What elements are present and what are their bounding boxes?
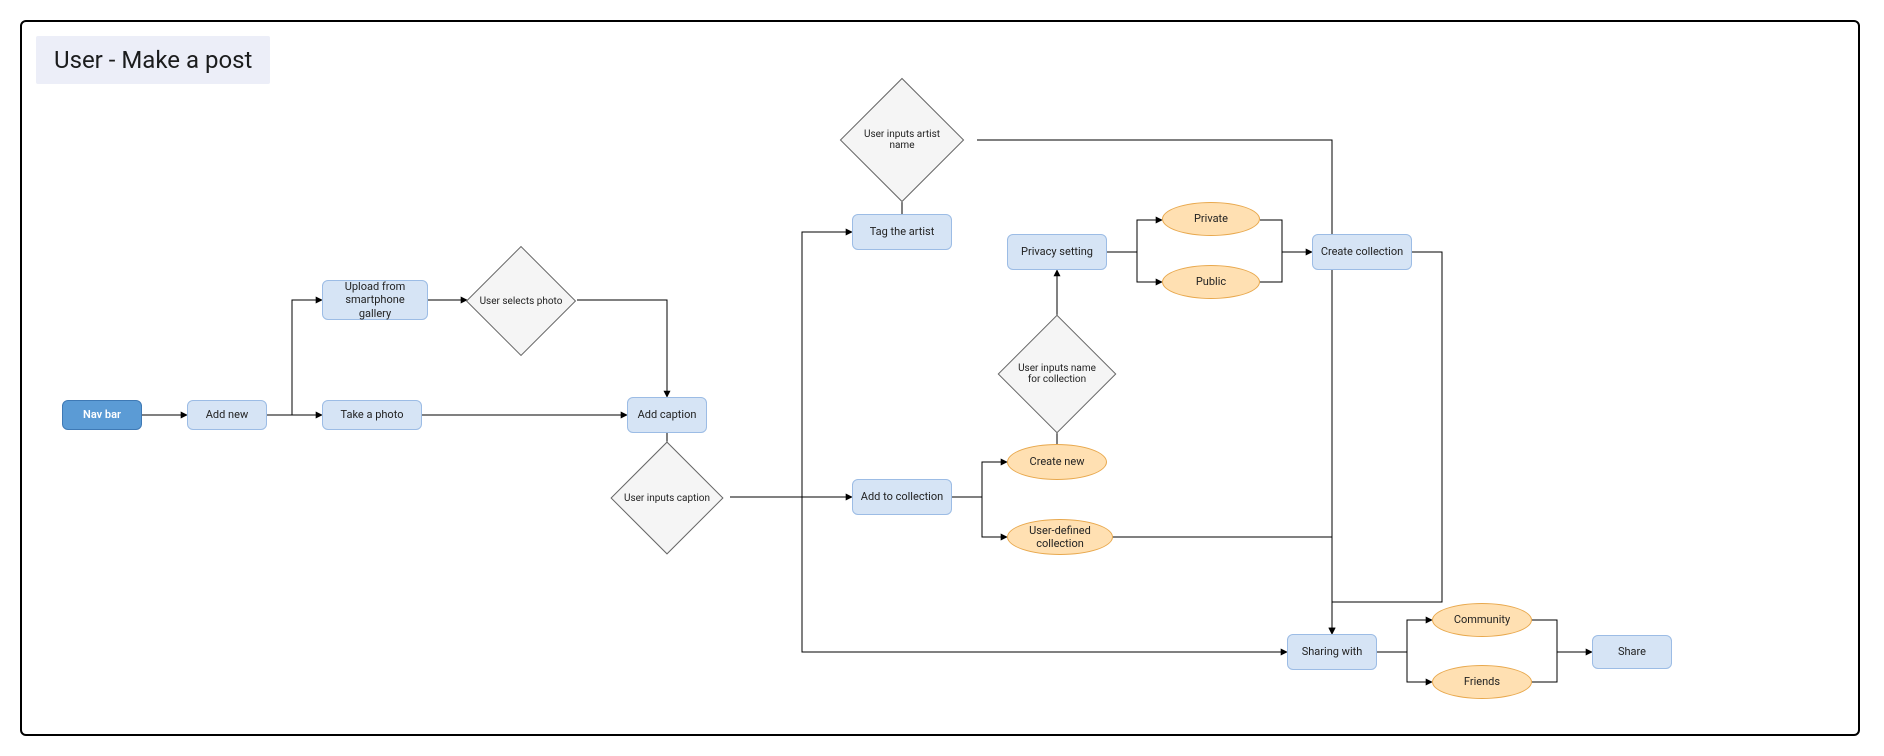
node-add-new: Add new: [187, 400, 267, 430]
node-privacy-setting: Privacy setting: [1007, 234, 1107, 270]
node-add-to-collection: Add to collection: [852, 479, 952, 515]
label-user-inputs-artist: User inputs artist name: [849, 87, 955, 193]
node-share: Share: [1592, 635, 1672, 669]
node-upload-gallery: Upload from smartphone gallery: [322, 280, 428, 320]
node-user-defined-collection-ellipse: User-defined collection: [1007, 519, 1113, 555]
node-user-inputs-collection-name: User inputs name for collection: [1015, 332, 1099, 416]
node-sharing-with: Sharing with: [1287, 634, 1377, 670]
label-user-inputs-caption: User inputs caption: [619, 450, 715, 546]
node-tag-artist: Tag the artist: [852, 214, 952, 250]
node-community-ellipse: Community: [1432, 603, 1532, 637]
label-user-inputs-collection-name: User inputs name for collection: [1007, 324, 1108, 425]
node-public-ellipse: Public: [1162, 265, 1260, 299]
node-friends-ellipse: Friends: [1432, 665, 1532, 699]
node-user-inputs-artist: User inputs artist name: [858, 96, 946, 184]
node-create-new-ellipse: Create new: [1007, 444, 1107, 480]
node-user-inputs-caption: User inputs caption: [627, 458, 707, 538]
label-user-selects-photo: User selects photo: [474, 254, 568, 348]
node-user-selects-photo: User selects photo: [482, 262, 560, 340]
node-add-caption: Add caption: [627, 397, 707, 433]
diagram-stage: User - Make a post: [0, 0, 1884, 756]
diagram-frame: User - Make a post: [20, 20, 1860, 736]
node-create-collection: Create collection: [1312, 234, 1412, 270]
node-nav-bar: Nav bar: [62, 400, 142, 430]
node-private-ellipse: Private: [1162, 202, 1260, 236]
node-take-photo: Take a photo: [322, 400, 422, 430]
